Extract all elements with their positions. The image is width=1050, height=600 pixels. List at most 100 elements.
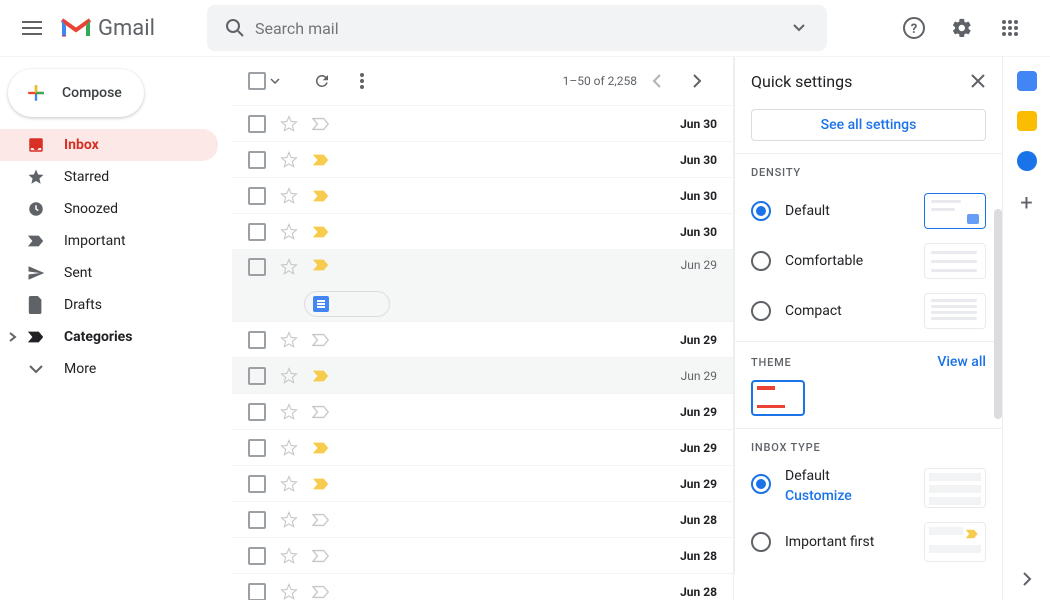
row-important-marker[interactable] xyxy=(312,117,332,131)
row-star[interactable] xyxy=(280,223,300,241)
newer-button[interactable] xyxy=(637,61,677,101)
support-button[interactable]: ? xyxy=(894,8,934,48)
row-important-marker[interactable] xyxy=(312,369,332,383)
customize-link[interactable]: Customize xyxy=(785,488,924,504)
row-checkbox[interactable] xyxy=(248,258,268,276)
row-star[interactable] xyxy=(280,258,300,276)
hide-side-panel-button[interactable] xyxy=(1022,572,1032,586)
attachment-chip[interactable] xyxy=(304,291,390,317)
mail-row[interactable]: Jun 28 xyxy=(232,573,733,600)
search-options-button[interactable] xyxy=(779,8,819,48)
older-button[interactable] xyxy=(677,61,717,101)
row-star[interactable] xyxy=(280,583,300,600)
row-checkbox[interactable] xyxy=(248,331,268,349)
inbox-preview-important xyxy=(924,522,986,562)
get-addons-button[interactable]: + xyxy=(1020,191,1032,216)
row-important-marker[interactable] xyxy=(312,189,332,203)
row-checkbox[interactable] xyxy=(248,475,268,493)
gmail-logo[interactable]: Gmail xyxy=(60,16,155,41)
view-all-themes-link[interactable]: View all xyxy=(937,354,986,370)
density-preview-compact xyxy=(924,293,986,329)
row-star[interactable] xyxy=(280,439,300,457)
row-important-marker[interactable] xyxy=(312,585,332,599)
inbox-type-important-first[interactable]: Important first xyxy=(751,522,986,562)
mail-row[interactable]: Jun 30 xyxy=(232,213,733,249)
density-comfortable[interactable]: Comfortable xyxy=(751,243,986,279)
row-important-marker[interactable] xyxy=(312,405,332,419)
sidebar-item-categories[interactable]: Categories xyxy=(0,321,218,353)
settings-button[interactable] xyxy=(942,8,982,48)
more-button[interactable] xyxy=(342,61,382,101)
refresh-button[interactable] xyxy=(302,61,342,101)
row-star[interactable] xyxy=(280,151,300,169)
row-checkbox[interactable] xyxy=(248,223,268,241)
row-checkbox[interactable] xyxy=(248,367,268,385)
density-compact[interactable]: Compact xyxy=(751,293,986,329)
row-important-marker[interactable] xyxy=(312,477,332,491)
compose-label: Compose xyxy=(62,85,122,101)
row-star[interactable] xyxy=(280,403,300,421)
row-date: Jun 30 xyxy=(680,189,717,203)
keep-addon[interactable] xyxy=(1017,111,1037,131)
categories-icon xyxy=(27,330,45,344)
row-star[interactable] xyxy=(280,547,300,565)
row-checkbox[interactable] xyxy=(248,439,268,457)
select-all-checkbox[interactable] xyxy=(248,72,280,90)
mail-row[interactable]: Jun 30 xyxy=(232,177,733,213)
inbox-type-default[interactable]: Default Customize xyxy=(751,468,986,508)
main-menu-button[interactable] xyxy=(8,4,56,52)
sidebar-item-sent[interactable]: Sent xyxy=(0,257,218,289)
row-date: Jun 29 xyxy=(680,477,717,491)
row-star[interactable] xyxy=(280,475,300,493)
mail-row[interactable]: Jun 28 xyxy=(232,501,733,537)
mail-row[interactable]: Jun 29 xyxy=(232,429,733,465)
search-box[interactable] xyxy=(207,5,827,51)
row-important-marker[interactable] xyxy=(312,513,332,527)
mail-row[interactable]: Jun 29 xyxy=(232,357,733,393)
apps-button[interactable] xyxy=(990,8,1030,48)
calendar-addon[interactable] xyxy=(1017,71,1037,91)
close-button[interactable] xyxy=(970,73,986,89)
sidebar-item-important[interactable]: Important xyxy=(0,225,218,257)
sidebar-item-inbox[interactable]: Inbox xyxy=(0,129,218,161)
row-star[interactable] xyxy=(280,187,300,205)
scrollbar-thumb[interactable] xyxy=(994,209,1002,419)
row-important-marker[interactable] xyxy=(312,153,332,167)
row-checkbox[interactable] xyxy=(248,547,268,565)
row-star[interactable] xyxy=(280,115,300,133)
see-all-settings-button[interactable]: See all settings xyxy=(751,109,986,141)
theme-heading: THEME xyxy=(751,356,792,369)
mail-row[interactable]: Jun 29 xyxy=(232,321,733,357)
sidebar-item-more[interactable]: More xyxy=(0,353,218,385)
row-checkbox[interactable] xyxy=(248,511,268,529)
row-star[interactable] xyxy=(280,331,300,349)
row-date: Jun 29 xyxy=(681,258,717,272)
search-input[interactable] xyxy=(255,19,779,38)
row-checkbox[interactable] xyxy=(248,151,268,169)
mail-row[interactable]: Jun 29 xyxy=(232,465,733,501)
row-important-marker[interactable] xyxy=(312,441,332,455)
row-important-marker[interactable] xyxy=(312,258,332,272)
row-checkbox[interactable] xyxy=(248,187,268,205)
row-checkbox[interactable] xyxy=(248,115,268,133)
row-important-marker[interactable] xyxy=(312,549,332,563)
mail-row[interactable]: Jun 28 xyxy=(232,537,733,573)
search-button[interactable] xyxy=(215,8,255,48)
mail-row[interactable]: Jun 29 xyxy=(232,249,733,321)
mail-row[interactable]: Jun 29 xyxy=(232,393,733,429)
density-default[interactable]: Default xyxy=(751,193,986,229)
sidebar-item-starred[interactable]: Starred xyxy=(0,161,218,193)
row-checkbox[interactable] xyxy=(248,583,268,600)
theme-thumbnail[interactable] xyxy=(751,380,805,416)
row-star[interactable] xyxy=(280,367,300,385)
row-important-marker[interactable] xyxy=(312,225,332,239)
compose-button[interactable]: Compose xyxy=(8,69,144,117)
sidebar-item-snoozed[interactable]: Snoozed xyxy=(0,193,218,225)
mail-row[interactable]: Jun 30 xyxy=(232,141,733,177)
row-star[interactable] xyxy=(280,511,300,529)
sidebar-item-drafts[interactable]: Drafts xyxy=(0,289,218,321)
row-important-marker[interactable] xyxy=(312,333,332,347)
tasks-addon[interactable] xyxy=(1017,151,1037,171)
mail-row[interactable]: Jun 30 xyxy=(232,105,733,141)
row-checkbox[interactable] xyxy=(248,403,268,421)
